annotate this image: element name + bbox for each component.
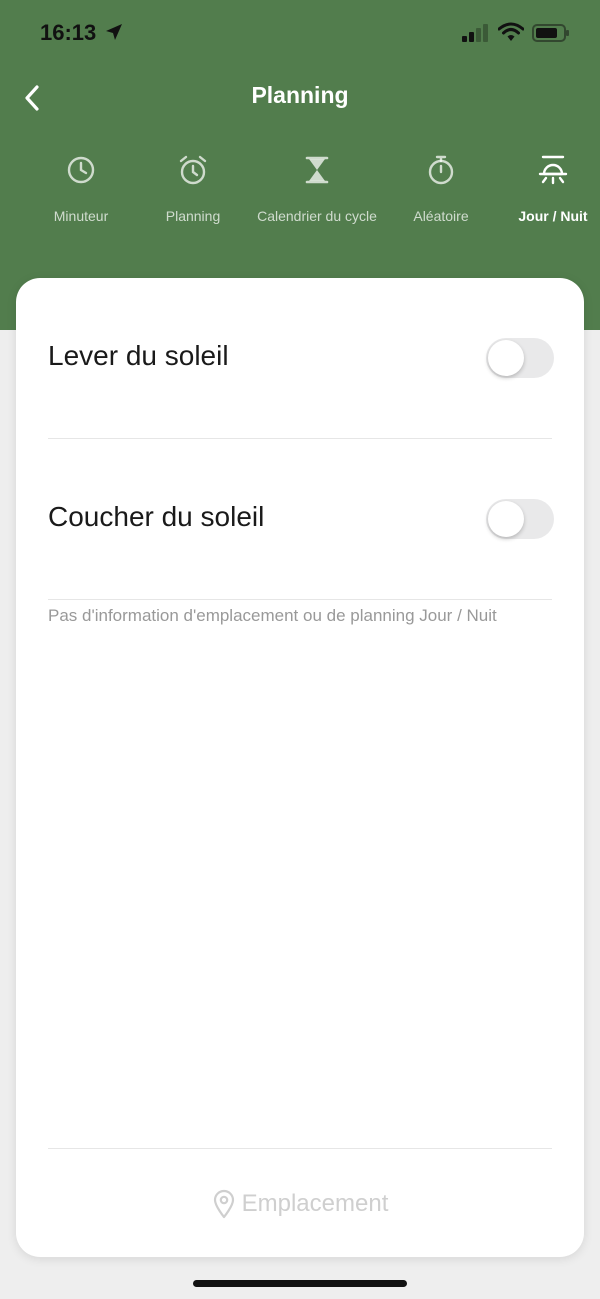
tab-jour-nuit[interactable]: Jour / Nuit — [483, 148, 600, 238]
home-indicator — [193, 1280, 407, 1287]
tab-bar: Minuteur Planning Calendrier du cycle Al… — [0, 148, 600, 238]
sunrise-label: Lever du soleil — [48, 340, 229, 371]
sun-icon — [538, 155, 568, 185]
wifi-icon — [497, 22, 525, 47]
hourglass-icon — [305, 156, 329, 184]
location-label: Emplacement — [241, 1190, 389, 1217]
sunset-toggle[interactable] — [486, 499, 554, 539]
sunrise-row: Lever du soleil — [48, 278, 554, 438]
info-message: Pas d'information d'emplacement ou de pl… — [48, 606, 497, 625]
sunset-label: Coucher du soleil — [48, 501, 265, 532]
toggle-knob — [488, 501, 524, 537]
status-bar: 16:13 — [0, 0, 600, 66]
cellular-signal-icon — [462, 24, 490, 47]
tab-label: Jour / Nuit — [518, 208, 588, 224]
toggle-knob — [488, 340, 524, 376]
divider — [48, 599, 552, 600]
alarm-clock-icon — [179, 155, 207, 185]
sunset-row: Coucher du soleil — [48, 439, 554, 599]
day-night-card: Lever du soleil Coucher du soleil Pas d'… — [16, 278, 584, 1257]
divider — [48, 1148, 552, 1149]
tab-planning[interactable]: Planning — [123, 148, 263, 238]
map-pin-icon — [213, 1189, 234, 1219]
sunrise-toggle[interactable] — [486, 338, 554, 378]
tab-label: Calendrier du cycle — [257, 208, 377, 224]
nav-bar: Planning — [0, 70, 600, 124]
page-title: Planning — [251, 82, 349, 108]
battery-icon — [532, 24, 570, 47]
location-button[interactable]: Emplacement — [16, 1184, 584, 1224]
tab-label: Planning — [165, 208, 221, 224]
tab-calendrier-du-cycle[interactable]: Calendrier du cycle — [247, 148, 387, 238]
location-arrow-icon — [104, 22, 124, 47]
clock-icon — [67, 156, 95, 184]
stopwatch-icon — [428, 155, 454, 185]
status-time: 16:13 — [40, 20, 97, 45]
